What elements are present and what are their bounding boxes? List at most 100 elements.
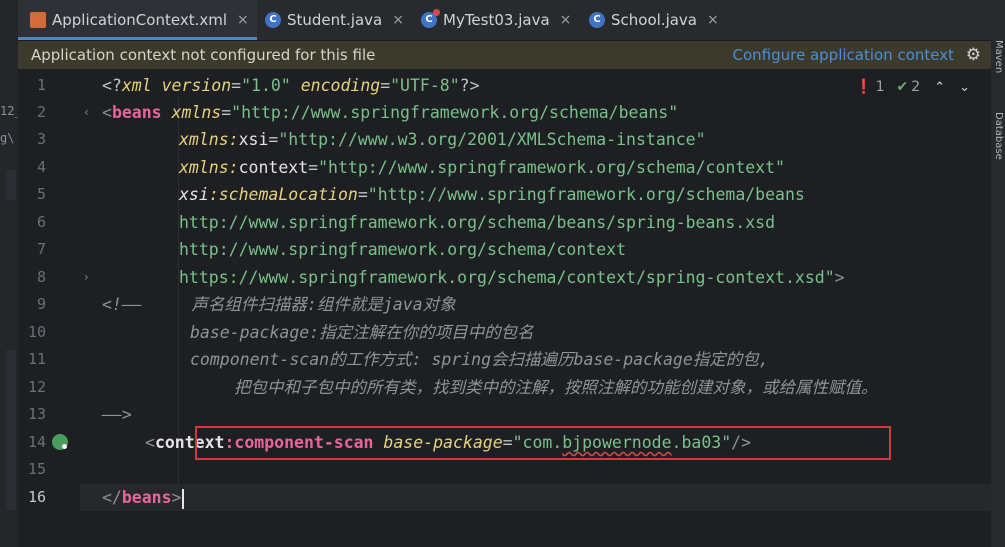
code-line-11: component-scan的工作方式: spring会扫描遍历base-pac… (80, 346, 991, 373)
comment-text: base-package:指定注解在你的项目中的包名 (190, 323, 534, 342)
token: < (102, 103, 112, 122)
line-number-current: 16 (27, 488, 46, 506)
java-class-icon (589, 12, 605, 28)
comment-text: 声名组件扫描器:组件就是java对象 (141, 295, 456, 314)
token: http://www.springframework.org/schema/be… (179, 213, 776, 232)
code-line-7: http://www.springframework.org/schema/co… (80, 236, 991, 263)
configure-context-link[interactable]: Configure application context (732, 46, 954, 64)
line-number: 1 (36, 76, 46, 94)
token: "http://www.springframework.org/schema/b… (231, 103, 679, 122)
token: "http://www.springframework.org/schema/c… (318, 158, 785, 177)
token: https://www.springframework.org/schema/c… (179, 268, 835, 287)
close-icon[interactable]: × (560, 12, 572, 28)
token: : (228, 158, 239, 177)
line-number: 13 (27, 405, 46, 423)
token: http://www.springframework.org/schema/co… (179, 240, 627, 259)
token: version (161, 76, 232, 95)
check-icon: ✔ (896, 79, 909, 95)
token: xmlns (161, 103, 222, 122)
token: > (171, 488, 182, 507)
tab-school-java[interactable]: School.java × (589, 0, 719, 40)
token: xsi (238, 130, 269, 149)
token: schemaLocation (218, 185, 358, 204)
code-line-8: https://www.springframework.org/schema/c… (80, 264, 991, 291)
warning-count: 2 (911, 79, 921, 95)
code-line-5: xsi:schemaLocation="http://www.springfra… (80, 181, 991, 208)
tab-label: ApplicationContext.xml (52, 11, 227, 29)
maven-tool-button[interactable]: Maven (993, 40, 1004, 73)
token: xmlns (179, 130, 229, 149)
panel-scroll-region (6, 350, 16, 510)
token: > (834, 268, 845, 287)
token: context (238, 158, 309, 177)
code-line-10: base-package:指定注解在你的项目中的包名 (80, 319, 991, 346)
tab-applicationcontext-xml[interactable]: ApplicationContext.xml × (18, 0, 257, 40)
close-icon[interactable]: × (237, 12, 249, 28)
code-line-6: http://www.springframework.org/schema/be… (80, 209, 991, 236)
database-tool-button[interactable]: Database (993, 112, 1004, 160)
code-line-13: ——> (80, 401, 991, 428)
code-line-4: xmlns:context="http://www.springframewor… (80, 154, 991, 181)
close-icon[interactable]: × (392, 12, 404, 28)
code-line-12: 把包中和子包中的所有类，找到类中的注解，按照注解的功能创建对象，或给属性赋值。 (80, 374, 991, 401)
error-icon: ❗ (855, 79, 873, 95)
code-editor[interactable]: 1 2 3 4 5 6 7 8 9 10 11 12 13 14 15 16 ‹… (18, 70, 991, 547)
token: beans (111, 103, 162, 122)
token: beans (121, 488, 172, 507)
line-number: 3 (36, 130, 46, 148)
tool-window-bar: Maven Database (990, 0, 1005, 547)
error-count: 1 (875, 79, 885, 95)
line-number: 4 (36, 158, 46, 176)
intention-bulb-icon[interactable] (52, 434, 68, 450)
line-number: 9 (36, 295, 46, 313)
token: ?> (459, 76, 480, 95)
project-panel-edge: 12_ g\ (0, 0, 22, 547)
line-number: 11 (27, 350, 46, 368)
banner-message: Application context not configured for t… (31, 46, 376, 64)
token: = (380, 76, 391, 95)
token: = (357, 185, 368, 204)
tab-mytest03-java[interactable]: MyTest03.java × (421, 0, 571, 40)
line-number: 5 (36, 185, 46, 203)
token: = (308, 158, 319, 177)
code-line-16: </beans> (80, 484, 991, 511)
line-number: 14 (27, 433, 46, 451)
token: xmlns (179, 158, 229, 177)
line-gutter: 1 2 3 4 5 6 7 8 9 10 11 12 13 14 15 16 ‹… (18, 70, 89, 547)
line-number: 10 (27, 323, 46, 341)
editor-tab-bar: ApplicationContext.xml × Student.java × … (18, 0, 991, 41)
tab-label: Student.java (287, 11, 383, 29)
comment-close: ——> (102, 405, 132, 424)
token: </ (102, 488, 122, 507)
tab-label: School.java (611, 11, 697, 29)
comment-text: component-scan的工作方式: spring会扫描遍历base-pac… (190, 350, 769, 369)
line-number: 15 (27, 460, 46, 478)
line-number: 6 (36, 213, 46, 231)
panel-scroll-mark (6, 170, 16, 200)
token: "http://www.w3.org/2001/XMLSchema-instan… (278, 130, 706, 149)
code-line-2: <beans xmlns="http://www.springframework… (80, 99, 991, 126)
token: : (228, 130, 239, 149)
annotation-highlight-box (195, 426, 891, 460)
chevron-down-icon[interactable]: ⌄ (959, 80, 970, 95)
token: = (231, 76, 242, 95)
tab-label: MyTest03.java (443, 11, 550, 29)
java-class-icon (265, 12, 281, 28)
token: xml (121, 76, 162, 95)
code-line-3: xmlns:xsi="http://www.w3.org/2001/XMLSch… (80, 126, 991, 153)
inspection-indicators[interactable]: ❗ 1 ✔ 2 ⌃ ⌄ (855, 79, 970, 95)
tab-student-java[interactable]: Student.java × (265, 0, 404, 40)
gear-icon[interactable]: ⚙ (966, 45, 981, 65)
chevron-up-icon[interactable]: ⌃ (934, 80, 945, 95)
code-area[interactable]: <?xml version="1.0" encoding="UTF-8"?> <… (80, 70, 991, 547)
project-fragment-2: g\ (0, 131, 15, 145)
token: : (208, 185, 219, 204)
token: xsi (179, 185, 209, 204)
comment-text: 把包中和子包中的所有类，找到类中的注解，按照注解的功能创建对象，或给属性赋值。 (234, 378, 878, 397)
line-number: 12 (27, 378, 46, 396)
close-icon[interactable]: × (707, 12, 719, 28)
java-test-class-icon (421, 9, 440, 28)
token: "http://www.springframework.org/schema/b… (367, 185, 805, 204)
token: "UTF-8" (390, 76, 460, 95)
